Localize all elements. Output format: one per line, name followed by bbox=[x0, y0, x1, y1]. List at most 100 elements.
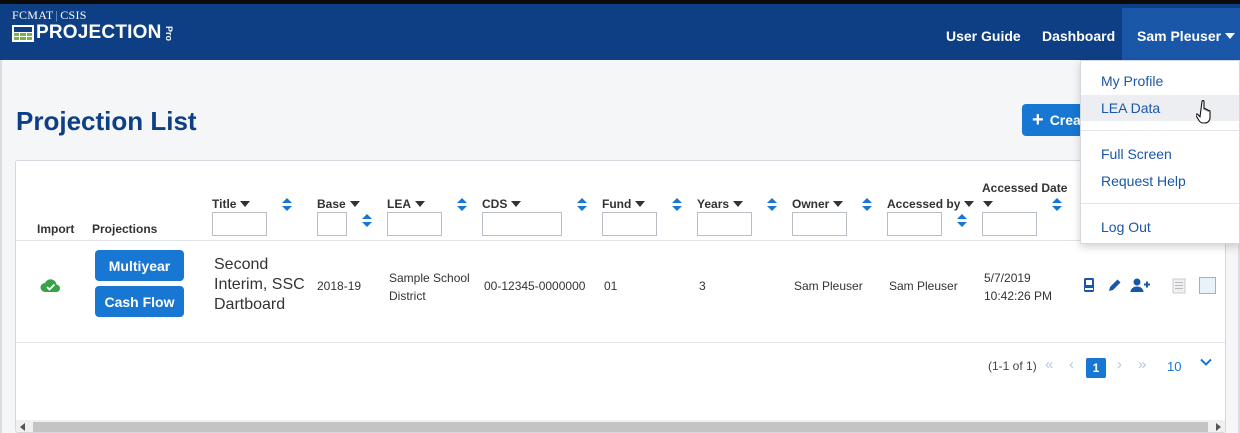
chevron-down-icon[interactable] bbox=[1200, 356, 1212, 368]
header-title[interactable]: Title bbox=[212, 197, 251, 211]
sort-icon[interactable] bbox=[362, 214, 372, 228]
last-page-button[interactable]: » bbox=[1138, 356, 1146, 373]
sort-icon[interactable] bbox=[577, 198, 587, 212]
cell-date-line: 5/7/2019 bbox=[984, 271, 1031, 285]
title-filter-input[interactable] bbox=[212, 212, 267, 236]
sort-icon[interactable] bbox=[862, 198, 872, 212]
cell-lea-line: District bbox=[389, 289, 426, 303]
header-cds-label: CDS bbox=[482, 197, 508, 211]
header-accessed-date[interactable]: Accessed Date bbox=[982, 181, 1067, 195]
pagination-info: (1-1 of 1) bbox=[988, 359, 1037, 373]
cell-title-line: Second bbox=[214, 256, 269, 273]
user-menu-toggle[interactable]: Sam Pleuser bbox=[1122, 8, 1240, 64]
next-page-button[interactable]: › bbox=[1117, 356, 1122, 373]
page-size-select[interactable]: 10 bbox=[1167, 359, 1181, 374]
header-accessed-by-label: Accessed by bbox=[887, 197, 961, 211]
menu-item-request-help[interactable]: Request Help bbox=[1081, 168, 1239, 194]
user-plus-icon[interactable] bbox=[1130, 278, 1150, 292]
cell-title[interactable]: Second Interim, SSC Dartboard bbox=[214, 255, 309, 315]
row-select-checkbox[interactable] bbox=[1199, 277, 1216, 294]
org-left: FCMAT bbox=[12, 8, 54, 22]
menu-item-log-out[interactable]: Log Out bbox=[1081, 214, 1239, 240]
header-years[interactable]: Years bbox=[697, 197, 744, 211]
lea-filter-input[interactable] bbox=[387, 212, 442, 236]
filter-icon[interactable] bbox=[635, 201, 646, 207]
cell-lea-line: Sample School bbox=[389, 271, 470, 285]
header-fund[interactable]: Fund bbox=[602, 197, 646, 211]
pointer-cursor-icon bbox=[1196, 100, 1211, 124]
cell-title-line: Interim, SSC bbox=[214, 276, 305, 293]
org-name: FCMAT | CSIS bbox=[12, 9, 176, 21]
cloud-check-icon[interactable] bbox=[40, 278, 62, 293]
cell-title-line: Dartboard bbox=[214, 296, 286, 313]
product-name: PROJECTION bbox=[36, 22, 162, 43]
header-accessed-by[interactable]: Accessed by bbox=[887, 197, 975, 211]
org-separator: | bbox=[55, 8, 59, 22]
header-import: Import bbox=[37, 222, 75, 236]
cds-filter-input[interactable] bbox=[482, 212, 562, 236]
header-lea[interactable]: LEA bbox=[387, 197, 425, 211]
pencil-icon[interactable] bbox=[1108, 278, 1122, 292]
top-navbar: FCMAT | CSIS PROJECTION Pro User Guide Das… bbox=[0, 0, 1240, 64]
filter-icon[interactable] bbox=[733, 201, 744, 207]
pagination: (1-1 of 1) « ‹ 1 › » 10 bbox=[16, 343, 1225, 393]
cell-years: 3 bbox=[699, 279, 706, 293]
scroll-left-icon[interactable] bbox=[20, 423, 25, 431]
menu-item-my-profile[interactable]: My Profile bbox=[1081, 68, 1239, 94]
filter-icon[interactable] bbox=[833, 201, 844, 207]
fund-filter-input[interactable] bbox=[602, 212, 657, 236]
base-filter-input[interactable] bbox=[317, 212, 347, 236]
menu-divider bbox=[1081, 203, 1239, 204]
accessed-date-filter-input[interactable] bbox=[982, 212, 1037, 236]
sort-icon[interactable] bbox=[282, 198, 292, 212]
page-title: Projection List bbox=[16, 106, 197, 136]
nav-user-guide[interactable]: User Guide bbox=[946, 8, 1021, 64]
caret-down-icon bbox=[1225, 33, 1236, 39]
cell-fund: 01 bbox=[604, 279, 618, 293]
filter-icon[interactable] bbox=[511, 201, 522, 207]
filter-icon[interactable] bbox=[240, 201, 251, 207]
current-page[interactable]: 1 bbox=[1086, 358, 1106, 378]
filter-icon[interactable] bbox=[349, 201, 360, 207]
user-name: Sam Pleuser bbox=[1137, 28, 1222, 44]
document-icon[interactable] bbox=[1172, 278, 1186, 294]
header-cds[interactable]: CDS bbox=[482, 197, 522, 211]
header-years-label: Years bbox=[697, 197, 730, 211]
nav-dashboard[interactable]: Dashboard bbox=[1042, 8, 1115, 64]
filter-icon[interactable] bbox=[964, 201, 975, 207]
sort-icon[interactable] bbox=[457, 198, 467, 212]
multiyear-button[interactable]: Multiyear bbox=[95, 250, 184, 281]
sort-icon[interactable] bbox=[672, 198, 682, 212]
grid-header: Import Projections Title Base LEA CDS Fu… bbox=[16, 161, 1225, 241]
table-row: Multiyear Cash Flow Second Interim, SSC … bbox=[16, 241, 1225, 343]
years-filter-input[interactable] bbox=[697, 212, 752, 236]
scroll-right-icon[interactable] bbox=[1216, 423, 1221, 431]
header-owner[interactable]: Owner bbox=[792, 197, 844, 211]
filter-icon[interactable] bbox=[983, 201, 993, 207]
header-fund-label: Fund bbox=[602, 197, 632, 211]
owner-filter-input[interactable] bbox=[792, 212, 847, 236]
cell-accessed-date: 5/7/2019 10:42:26 PM bbox=[984, 269, 1052, 305]
book-icon[interactable] bbox=[1083, 277, 1095, 293]
menu-item-full-screen[interactable]: Full Screen bbox=[1081, 141, 1239, 167]
sort-icon[interactable] bbox=[957, 214, 967, 228]
product-suffix: Pro bbox=[163, 25, 174, 41]
sort-icon[interactable] bbox=[767, 198, 777, 212]
menu-divider bbox=[1081, 130, 1239, 131]
left-border bbox=[0, 60, 2, 433]
accessed-by-filter-input[interactable] bbox=[887, 212, 942, 236]
first-page-button[interactable]: « bbox=[1045, 356, 1053, 373]
filter-icon[interactable] bbox=[415, 201, 425, 207]
prev-page-button[interactable]: ‹ bbox=[1069, 356, 1074, 373]
horizontal-scrollbar[interactable] bbox=[16, 420, 1225, 432]
cell-owner: Sam Pleuser bbox=[794, 279, 863, 293]
menu-item-lea-data[interactable]: LEA Data bbox=[1081, 95, 1239, 121]
header-owner-label: Owner bbox=[792, 197, 830, 211]
header-base[interactable]: Base bbox=[317, 197, 360, 211]
header-projections: Projections bbox=[92, 222, 158, 236]
cell-base: 2018-19 bbox=[317, 279, 362, 293]
brand-logo[interactable]: FCMAT | CSIS PROJECTION Pro bbox=[12, 9, 176, 42]
cash-flow-button[interactable]: Cash Flow bbox=[95, 286, 184, 317]
sort-icon[interactable] bbox=[1052, 198, 1062, 212]
scrollbar-thumb[interactable] bbox=[33, 422, 1208, 432]
